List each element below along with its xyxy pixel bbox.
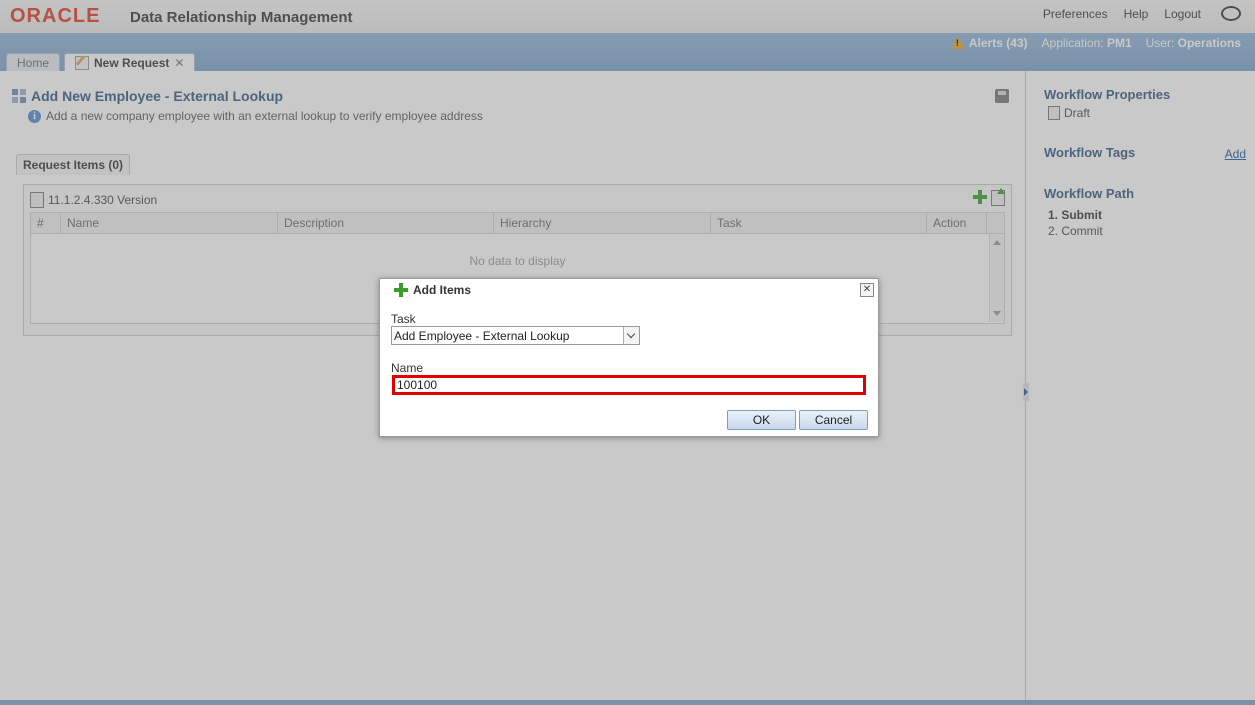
add-icon bbox=[394, 283, 408, 297]
chevron-down-icon[interactable] bbox=[623, 327, 639, 344]
task-select[interactable]: Add Employee - External Lookup bbox=[391, 326, 640, 345]
dialog-title-text: Add Items bbox=[413, 283, 472, 297]
close-icon[interactable]: ✕ bbox=[860, 283, 874, 297]
cancel-button[interactable]: Cancel bbox=[799, 410, 868, 430]
task-label: Task bbox=[391, 312, 416, 326]
ok-button[interactable]: OK bbox=[727, 410, 796, 430]
name-label: Name bbox=[391, 361, 424, 375]
task-select-value: Add Employee - External Lookup bbox=[394, 329, 570, 343]
dialog-title: Add Items bbox=[394, 283, 471, 297]
add-items-dialog: Add Items ✕ Task Add Employee - External… bbox=[379, 278, 879, 437]
name-input[interactable] bbox=[392, 375, 866, 395]
